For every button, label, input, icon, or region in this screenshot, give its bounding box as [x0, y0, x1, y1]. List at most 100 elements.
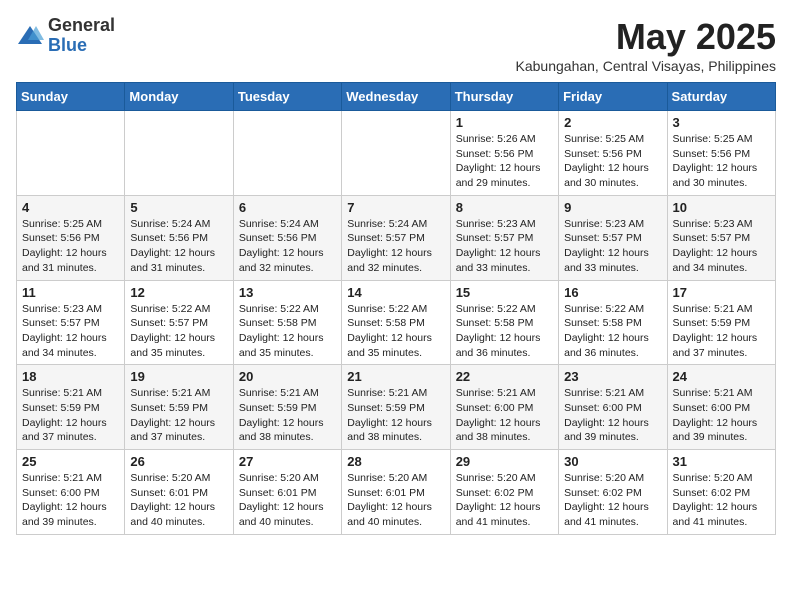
calendar-day-cell: 28 Sunrise: 5:20 AM Sunset: 6:01 PM Dayli… — [342, 450, 450, 535]
month-title: May 2025 — [516, 16, 776, 58]
weekday-header: Thursday — [450, 83, 558, 111]
day-number: 21 — [347, 369, 444, 384]
day-info: Sunrise: 5:22 AM Sunset: 5:58 PM Dayligh… — [239, 302, 336, 361]
calendar-week-row: 4 Sunrise: 5:25 AM Sunset: 5:56 PM Daylig… — [17, 195, 776, 280]
day-info: Sunrise: 5:21 AM Sunset: 6:00 PM Dayligh… — [673, 386, 770, 445]
day-info: Sunrise: 5:24 AM Sunset: 5:56 PM Dayligh… — [239, 217, 336, 276]
day-number: 30 — [564, 454, 661, 469]
day-info: Sunrise: 5:21 AM Sunset: 6:00 PM Dayligh… — [22, 471, 119, 530]
day-number: 27 — [239, 454, 336, 469]
weekday-header: Wednesday — [342, 83, 450, 111]
calendar-week-row: 11 Sunrise: 5:23 AM Sunset: 5:57 PM Dayli… — [17, 280, 776, 365]
day-info: Sunrise: 5:26 AM Sunset: 5:56 PM Dayligh… — [456, 132, 553, 191]
day-info: Sunrise: 5:21 AM Sunset: 5:59 PM Dayligh… — [347, 386, 444, 445]
day-number: 5 — [130, 200, 227, 215]
calendar-day-cell — [233, 111, 341, 196]
calendar-day-cell: 17Sunrise: 5:21 AM Sunset: 5:59 PM Dayli… — [667, 280, 775, 365]
day-info: Sunrise: 5:20 AM Sunset: 6:02 PM Dayligh… — [456, 471, 553, 530]
calendar-day-cell: 3 Sunrise: 5:25 AM Sunset: 5:56 PM Daylig… — [667, 111, 775, 196]
calendar-day-cell: 20 Sunrise: 5:21 AM Sunset: 5:59 PM Dayli… — [233, 365, 341, 450]
calendar-day-cell: 29 Sunrise: 5:20 AM Sunset: 6:02 PM Dayli… — [450, 450, 558, 535]
day-info: Sunrise: 5:20 AM Sunset: 6:01 PM Dayligh… — [239, 471, 336, 530]
calendar-day-cell — [125, 111, 233, 196]
day-number: 25 — [22, 454, 119, 469]
calendar-week-row: 18 Sunrise: 5:21 AM Sunset: 5:59 PM Dayli… — [17, 365, 776, 450]
day-number: 11 — [22, 285, 119, 300]
day-number: 8 — [456, 200, 553, 215]
weekday-header: Sunday — [17, 83, 125, 111]
weekday-header: Tuesday — [233, 83, 341, 111]
day-number: 7 — [347, 200, 444, 215]
calendar-day-cell: 10Sunrise: 5:23 AM Sunset: 5:57 PM Dayli… — [667, 195, 775, 280]
day-info: Sunrise: 5:21 AM Sunset: 5:59 PM Dayligh… — [22, 386, 119, 445]
calendar-day-cell: 30 Sunrise: 5:20 AM Sunset: 6:02 PM Dayli… — [559, 450, 667, 535]
calendar-day-cell: 9Sunrise: 5:23 AM Sunset: 5:57 PM Daylig… — [559, 195, 667, 280]
calendar-day-cell: 19Sunrise: 5:21 AM Sunset: 5:59 PM Dayli… — [125, 365, 233, 450]
day-number: 26 — [130, 454, 227, 469]
day-number: 31 — [673, 454, 770, 469]
calendar-week-row: 25 Sunrise: 5:21 AM Sunset: 6:00 PM Dayli… — [17, 450, 776, 535]
day-info: Sunrise: 5:21 AM Sunset: 6:00 PM Dayligh… — [564, 386, 661, 445]
day-info: Sunrise: 5:21 AM Sunset: 5:59 PM Dayligh… — [673, 302, 770, 361]
location: Kabungahan, Central Visayas, Philippines — [516, 58, 776, 74]
day-number: 14 — [347, 285, 444, 300]
day-number: 3 — [673, 115, 770, 130]
calendar-day-cell: 7Sunrise: 5:24 AM Sunset: 5:57 PM Daylig… — [342, 195, 450, 280]
calendar-day-cell: 22Sunrise: 5:21 AM Sunset: 6:00 PM Dayli… — [450, 365, 558, 450]
logo-general-text: General — [48, 15, 115, 35]
weekday-header: Monday — [125, 83, 233, 111]
calendar-header-row: SundayMondayTuesdayWednesdayThursdayFrid… — [17, 83, 776, 111]
calendar-day-cell: 13 Sunrise: 5:22 AM Sunset: 5:58 PM Dayli… — [233, 280, 341, 365]
day-info: Sunrise: 5:22 AM Sunset: 5:58 PM Dayligh… — [564, 302, 661, 361]
day-info: Sunrise: 5:25 AM Sunset: 5:56 PM Dayligh… — [564, 132, 661, 191]
day-number: 18 — [22, 369, 119, 384]
title-block: May 2025 Kabungahan, Central Visayas, Ph… — [516, 16, 776, 74]
day-info: Sunrise: 5:25 AM Sunset: 5:56 PM Dayligh… — [22, 217, 119, 276]
day-number: 13 — [239, 285, 336, 300]
calendar-day-cell: 24 Sunrise: 5:21 AM Sunset: 6:00 PM Dayli… — [667, 365, 775, 450]
day-info: Sunrise: 5:25 AM Sunset: 5:56 PM Dayligh… — [673, 132, 770, 191]
calendar-day-cell: 25 Sunrise: 5:21 AM Sunset: 6:00 PM Dayli… — [17, 450, 125, 535]
weekday-header: Saturday — [667, 83, 775, 111]
calendar-day-cell: 26 Sunrise: 5:20 AM Sunset: 6:01 PM Dayli… — [125, 450, 233, 535]
day-info: Sunrise: 5:22 AM Sunset: 5:58 PM Dayligh… — [456, 302, 553, 361]
day-info: Sunrise: 5:23 AM Sunset: 5:57 PM Dayligh… — [564, 217, 661, 276]
calendar-day-cell: 8 Sunrise: 5:23 AM Sunset: 5:57 PM Daylig… — [450, 195, 558, 280]
day-number: 19 — [130, 369, 227, 384]
calendar-day-cell: 23Sunrise: 5:21 AM Sunset: 6:00 PM Dayli… — [559, 365, 667, 450]
page-header: General Blue May 2025 Kabungahan, Centra… — [16, 16, 776, 74]
logo: General Blue — [16, 16, 115, 56]
day-info: Sunrise: 5:21 AM Sunset: 5:59 PM Dayligh… — [239, 386, 336, 445]
day-number: 22 — [456, 369, 553, 384]
calendar-day-cell — [342, 111, 450, 196]
day-info: Sunrise: 5:20 AM Sunset: 6:02 PM Dayligh… — [564, 471, 661, 530]
day-number: 24 — [673, 369, 770, 384]
weekday-header: Friday — [559, 83, 667, 111]
calendar-day-cell: 1 Sunrise: 5:26 AM Sunset: 5:56 PM Daylig… — [450, 111, 558, 196]
day-number: 15 — [456, 285, 553, 300]
day-info: Sunrise: 5:20 AM Sunset: 6:01 PM Dayligh… — [347, 471, 444, 530]
day-number: 1 — [456, 115, 553, 130]
day-number: 10 — [673, 200, 770, 215]
logo-blue-text: Blue — [48, 35, 87, 55]
calendar-day-cell: 5 Sunrise: 5:24 AM Sunset: 5:56 PM Daylig… — [125, 195, 233, 280]
day-number: 4 — [22, 200, 119, 215]
day-info: Sunrise: 5:20 AM Sunset: 6:01 PM Dayligh… — [130, 471, 227, 530]
calendar-day-cell: 2 Sunrise: 5:25 AM Sunset: 5:56 PM Daylig… — [559, 111, 667, 196]
day-number: 6 — [239, 200, 336, 215]
day-info: Sunrise: 5:24 AM Sunset: 5:56 PM Dayligh… — [130, 217, 227, 276]
calendar-day-cell — [17, 111, 125, 196]
day-info: Sunrise: 5:22 AM Sunset: 5:58 PM Dayligh… — [347, 302, 444, 361]
calendar-day-cell: 18 Sunrise: 5:21 AM Sunset: 5:59 PM Dayli… — [17, 365, 125, 450]
day-number: 2 — [564, 115, 661, 130]
calendar-table: SundayMondayTuesdayWednesdayThursdayFrid… — [16, 82, 776, 535]
day-info: Sunrise: 5:23 AM Sunset: 5:57 PM Dayligh… — [456, 217, 553, 276]
calendar-day-cell: 4 Sunrise: 5:25 AM Sunset: 5:56 PM Daylig… — [17, 195, 125, 280]
day-number: 29 — [456, 454, 553, 469]
day-number: 20 — [239, 369, 336, 384]
day-info: Sunrise: 5:23 AM Sunset: 5:57 PM Dayligh… — [22, 302, 119, 361]
logo-icon — [16, 22, 44, 50]
calendar-day-cell: 14 Sunrise: 5:22 AM Sunset: 5:58 PM Dayli… — [342, 280, 450, 365]
day-number: 28 — [347, 454, 444, 469]
calendar-day-cell: 12Sunrise: 5:22 AM Sunset: 5:57 PM Dayli… — [125, 280, 233, 365]
